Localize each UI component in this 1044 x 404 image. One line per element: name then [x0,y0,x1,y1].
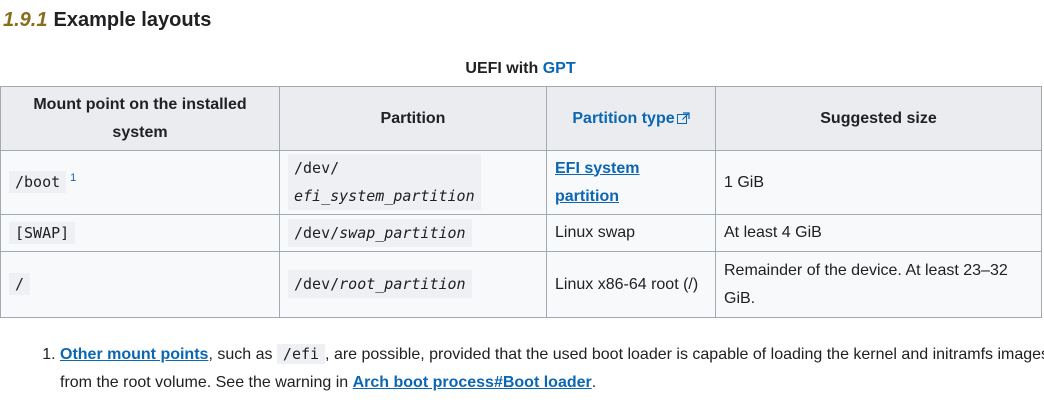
other-mount-points-link[interactable]: Other mount points [60,346,208,363]
header-suggested-size: Suggested size [715,86,1042,151]
efi-code: /efi [276,344,326,364]
table-row: [SWAP] /dev/swap_partition Linux swap At… [0,214,1042,252]
table-caption: UEFI with GPT [0,60,1041,78]
size-cell: At least 4 GiB [715,214,1042,252]
footnotes-list: Other mount points, such as /efi, are po… [40,340,1044,397]
size-cell: Remainder of the device. At least 23–32 … [715,251,1042,318]
mount-cell: / [0,251,280,318]
efi-system-partition-link[interactable]: EFI system partition [555,160,639,205]
table-row: /boot 1 /dev/efi_system_partition EFI sys… [0,150,1042,215]
header-suggested-size-label: Suggested size [820,109,937,127]
section-number: 1.9.1 [3,9,48,31]
header-mount-point: Mount point on the installed system [0,86,280,151]
footnote-link[interactable]: 1 [70,172,76,184]
type-cell: Linux x86-64 root (/) [546,251,716,318]
partition-path: /dev/swap_partition [288,218,472,247]
partition-layout-table: Mount point on the installed system Part… [0,86,1042,318]
header-partition-type: Partition type [546,86,716,151]
mount-value: [SWAP] [9,221,76,244]
partition-cell: /dev/root_partition [279,251,547,318]
partition-path-name: efi_system_partition [294,187,475,205]
partition-path-prefix: /dev/ [294,275,340,293]
header-mount-point-label: Mount point on the installed system [33,95,247,141]
table-row: / /dev/root_partition Linux x86-64 root … [0,251,1042,318]
header-partition: Partition [279,86,547,151]
footnote-text: , such as [208,346,277,363]
table-header-row: Mount point on the installed system Part… [0,86,1042,151]
mount-value: / [9,273,31,295]
gpt-link[interactable]: GPT [543,60,576,77]
type-cell: Linux swap [546,214,716,252]
partition-cell: /dev/swap_partition [279,214,547,252]
footnote-text: . [591,374,597,391]
mount-cell: [SWAP] [0,214,280,252]
partition-path: /dev/efi_system_partition [288,154,481,210]
type-value: Linux x86-64 root (/) [555,275,699,293]
section-heading: 1.9.1 Example layouts [3,9,211,32]
partition-path-prefix: /dev/ [294,223,340,242]
mount-value: /boot [9,171,67,193]
type-value: Linux swap [555,224,636,241]
external-link-icon [676,111,690,124]
size-cell: 1 GiB [715,150,1042,215]
mount-cell: /boot 1 [0,150,280,215]
partition-path: /dev/root_partition [288,270,472,298]
header-partition-label: Partition [380,109,446,127]
size-value: Remainder of the device. At least 23–32 … [724,261,1008,307]
partition-type-link[interactable]: Partition type [572,110,674,127]
size-value: 1 GiB [724,173,765,191]
type-cell: EFI system partition [546,150,716,215]
section-title: Example layouts [53,9,212,31]
partition-cell: /dev/efi_system_partition [279,150,547,215]
arch-boot-process-link[interactable]: Arch boot process#Boot loader [353,374,592,391]
footnote-item: Other mount points, such as /efi, are po… [60,340,1044,397]
caption-text: UEFI with [465,60,543,77]
partition-path-name: root_partition [339,275,466,293]
partition-path-prefix: /dev/ [294,159,340,177]
partition-path-name: swap_partition [339,223,466,242]
size-value: At least 4 GiB [724,224,822,241]
